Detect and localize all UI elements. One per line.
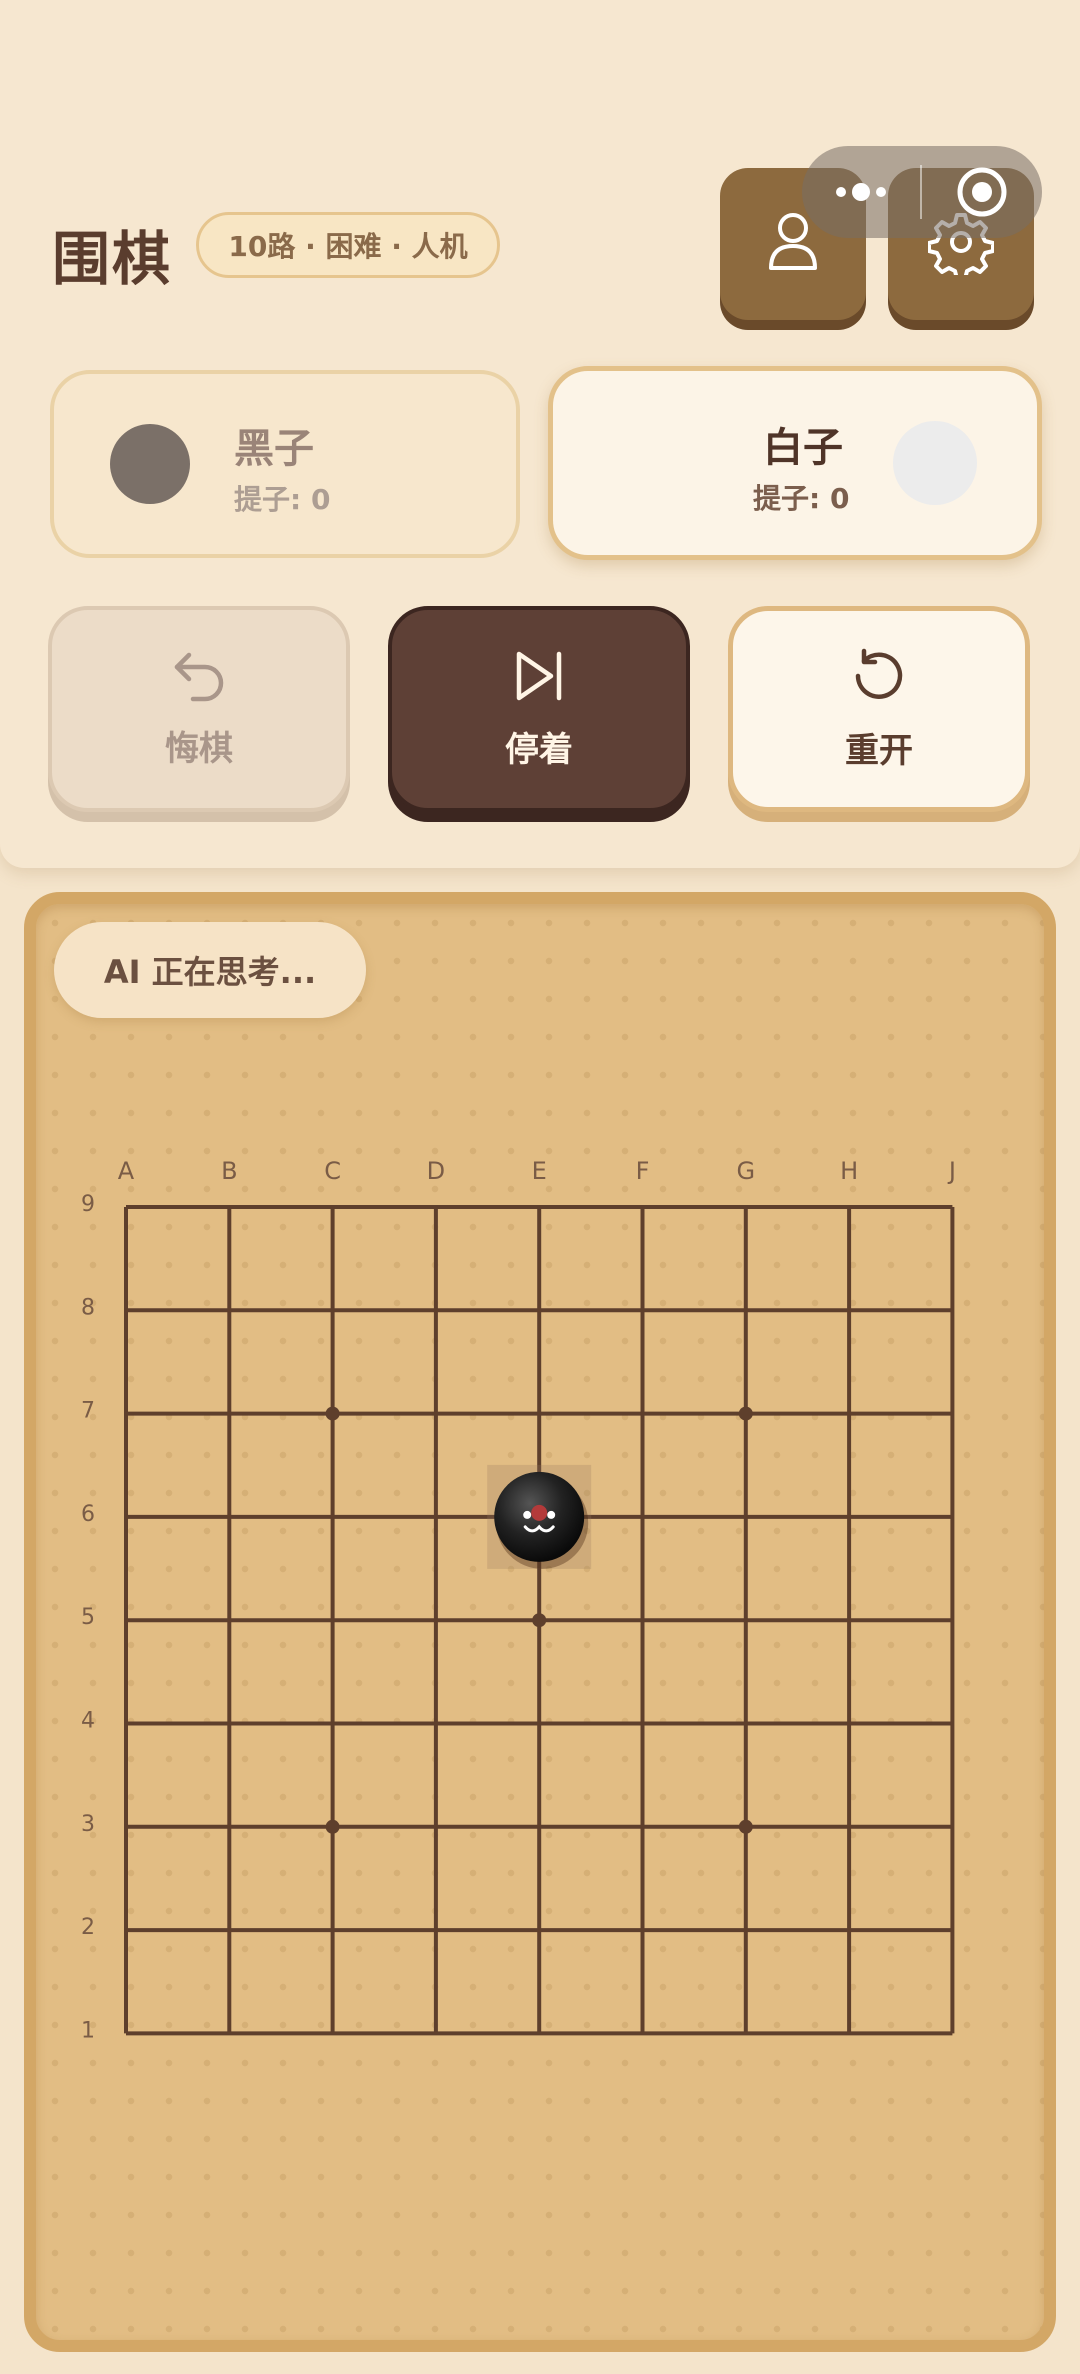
row-label: 6: [81, 1502, 95, 1527]
column-label: J: [947, 1157, 956, 1185]
column-label: F: [636, 1157, 650, 1185]
star-point: [738, 1406, 753, 1421]
stone-eye: [547, 1510, 556, 1519]
stone-eye: [523, 1510, 532, 1519]
row-label: 5: [81, 1605, 95, 1630]
column-label: G: [736, 1157, 755, 1185]
row-label: 1: [81, 2018, 95, 2043]
column-label: D: [427, 1157, 445, 1185]
star-point: [532, 1613, 547, 1628]
row-label: 7: [81, 1399, 95, 1424]
column-label: H: [840, 1157, 858, 1185]
star-point: [738, 1819, 753, 1834]
star-point: [325, 1819, 340, 1834]
column-label: C: [324, 1157, 341, 1185]
row-label: 2: [81, 1915, 95, 1940]
row-label: 4: [81, 1709, 95, 1734]
column-label: E: [532, 1157, 547, 1185]
column-label: A: [118, 1157, 135, 1185]
row-label: 3: [81, 1812, 95, 1837]
row-label: 8: [81, 1295, 95, 1320]
last-move-marker: [531, 1504, 548, 1521]
star-point: [325, 1406, 340, 1421]
column-label: B: [221, 1157, 237, 1185]
row-label: 9: [81, 1192, 95, 1217]
go-board[interactable]: A B C D E F G H J 9 8 7 6 5 4 3 2 1: [0, 0, 1080, 2374]
